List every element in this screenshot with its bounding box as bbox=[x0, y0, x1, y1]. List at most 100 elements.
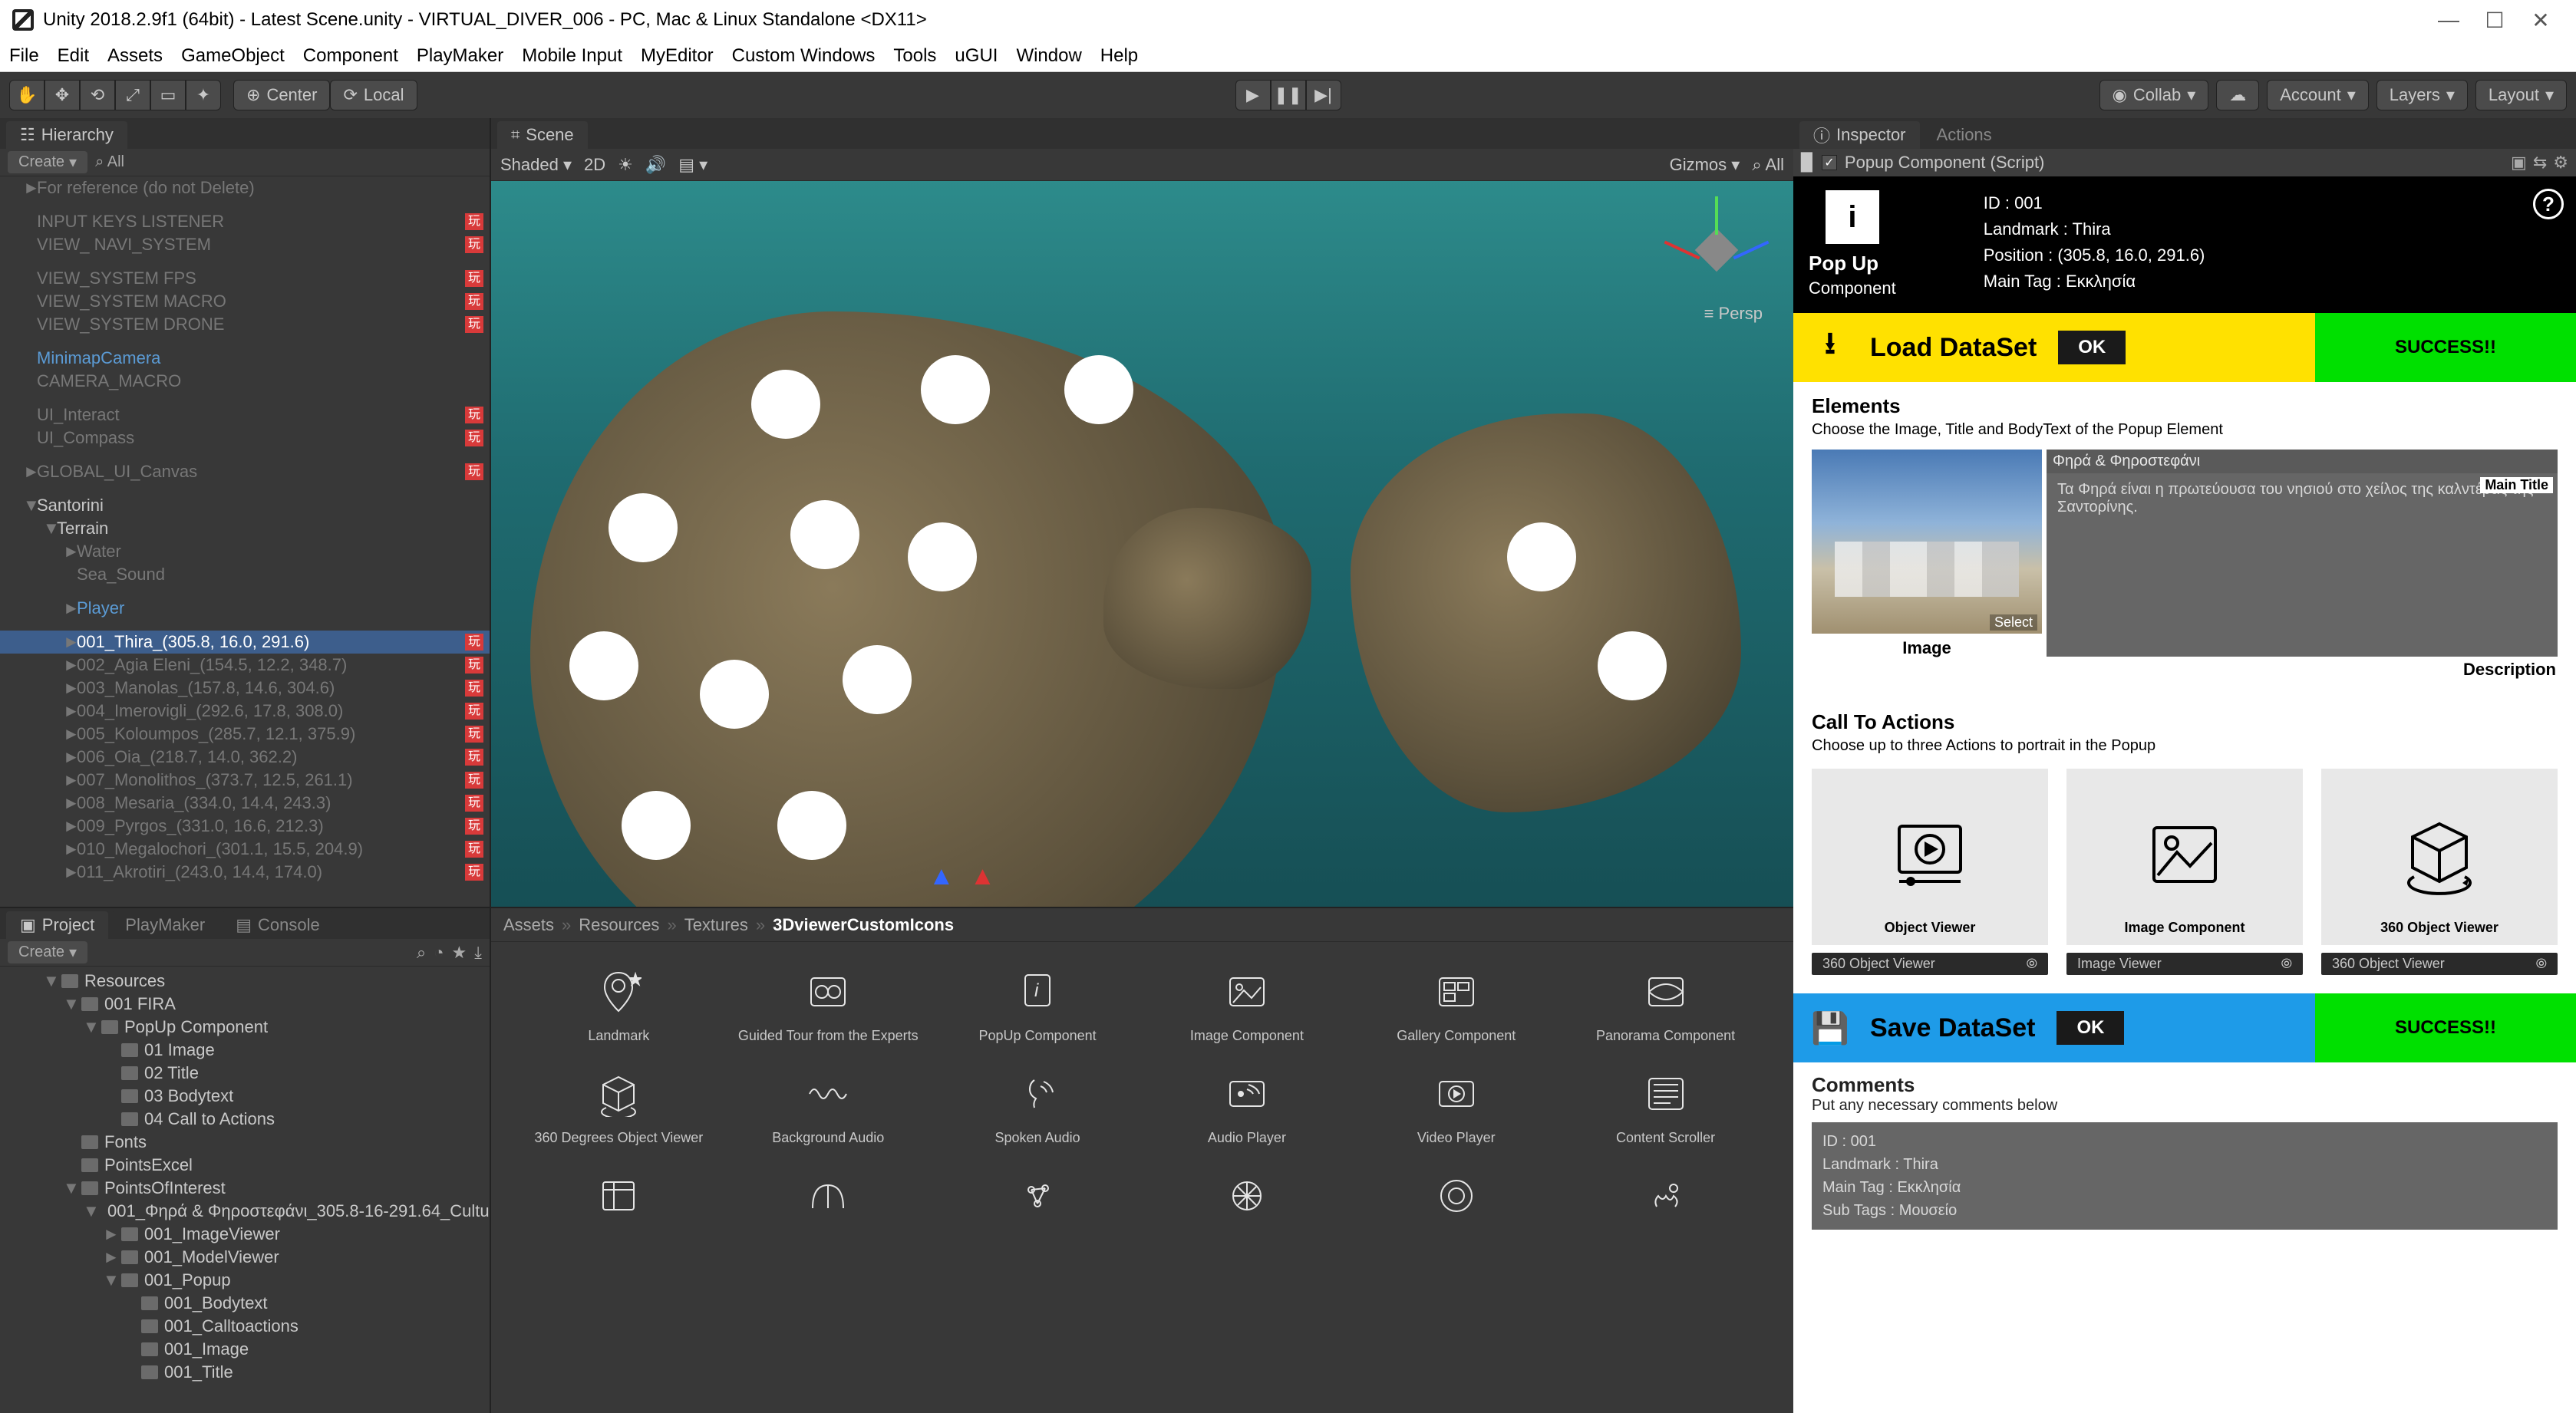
project-item[interactable]: ▼001_Popup bbox=[0, 1269, 490, 1292]
menu-playmaker[interactable]: PlayMaker bbox=[417, 45, 503, 67]
hierarchy-item[interactable]: UI_Interact玩 bbox=[0, 403, 490, 427]
cta-picker-dropdown[interactable]: 360 Object Viewer⦾ bbox=[1812, 953, 2048, 975]
projection-label[interactable]: ≡ Persp bbox=[1704, 304, 1763, 324]
menu-gameobject[interactable]: GameObject bbox=[181, 45, 285, 67]
asset-item[interactable]: Panorama Component bbox=[1568, 965, 1763, 1044]
asset-item[interactable] bbox=[941, 1169, 1135, 1232]
asset-item[interactable]: Video Player bbox=[1359, 1067, 1553, 1146]
hierarchy-item[interactable]: CAMERA_MACRO bbox=[0, 370, 490, 393]
hierarchy-item[interactable]: VIEW_ NAVI_SYSTEM玩 bbox=[0, 233, 490, 256]
image-select-label[interactable]: Select bbox=[1990, 614, 2037, 631]
asset-item[interactable]: Spoken Audio bbox=[941, 1067, 1135, 1146]
menu-tools[interactable]: Tools bbox=[893, 45, 936, 67]
asset-item[interactable] bbox=[1359, 1169, 1553, 1232]
menu-ugui[interactable]: uGUI bbox=[955, 45, 998, 67]
project-create-dropdown[interactable]: Create ▾ bbox=[8, 941, 87, 963]
hierarchy-item[interactable]: ►004_Imerovigli_(292.6, 17.8, 308.0)玩 bbox=[0, 700, 490, 723]
asset-item[interactable]: Gallery Component bbox=[1359, 965, 1553, 1044]
project-item[interactable]: 001_Bodytext bbox=[0, 1292, 490, 1315]
rotate-tool[interactable]: ⟲ bbox=[80, 80, 115, 110]
project-item[interactable]: ▼PointsOfInterest bbox=[0, 1177, 490, 1200]
project-item[interactable]: ►001_ModelViewer bbox=[0, 1246, 490, 1269]
hierarchy-tree[interactable]: ►For reference (do not Delete) INPUT KEYS… bbox=[0, 176, 490, 907]
playmaker-tab[interactable]: PlayMaker bbox=[111, 911, 219, 939]
menu-window[interactable]: Window bbox=[1016, 45, 1081, 67]
hierarchy-item[interactable]: VIEW_SYSTEM DRONE玩 bbox=[0, 313, 490, 336]
menu-component[interactable]: Component bbox=[303, 45, 398, 67]
filter-icon[interactable]: ◔ bbox=[434, 943, 444, 963]
cta-card[interactable]: 360 Object Viewer bbox=[2321, 769, 2558, 945]
multi-tool[interactable]: ✦ bbox=[186, 80, 221, 110]
orientation-gizmo[interactable] bbox=[1671, 204, 1763, 296]
scene-viewport[interactable]: ≡ Persp ▲▲ bbox=[491, 181, 1793, 907]
layers-dropdown[interactable]: Layers ▾ bbox=[2376, 80, 2468, 110]
menu-mobile-input[interactable]: Mobile Input bbox=[522, 45, 622, 67]
hierarchy-item[interactable]: VIEW_SYSTEM MACRO玩 bbox=[0, 290, 490, 313]
lighting-toggle[interactable]: ☀ bbox=[618, 155, 633, 175]
actions-tab[interactable]: Actions bbox=[1923, 121, 2006, 149]
cta-picker-dropdown[interactable]: 360 Object Viewer⦾ bbox=[2321, 953, 2558, 975]
hierarchy-item[interactable]: ►Water bbox=[0, 540, 490, 563]
hierarchy-item[interactable]: ►001_Thira_(305.8, 16.0, 291.6)玩 bbox=[0, 631, 490, 654]
maximize-button[interactable]: ☐ bbox=[2472, 5, 2518, 35]
hierarchy-item[interactable]: UI_Compass玩 bbox=[0, 427, 490, 450]
save-ok-button[interactable]: OK bbox=[2057, 1011, 2124, 1045]
breadcrumb-segment[interactable]: Resources bbox=[579, 915, 659, 935]
rect-tool[interactable]: ▭ bbox=[150, 80, 186, 110]
hierarchy-item[interactable]: ▼Santorini bbox=[0, 494, 490, 517]
pivot-toggle[interactable]: ⊕ Center bbox=[233, 80, 330, 110]
hierarchy-item[interactable]: ►003_Manolas_(157.8, 14.6, 304.6)玩 bbox=[0, 677, 490, 700]
component-foldout-icon[interactable]: ▉ bbox=[1801, 153, 1814, 173]
project-item[interactable]: 001_Image bbox=[0, 1338, 490, 1361]
asset-item[interactable]: Background Audio bbox=[731, 1067, 925, 1146]
assets-grid[interactable]: ★LandmarkGuided Tour from the ExpertsiPo… bbox=[491, 942, 1793, 1413]
scale-tool[interactable]: ⤢ bbox=[115, 80, 150, 110]
menu-assets[interactable]: Assets bbox=[107, 45, 163, 67]
close-button[interactable]: ✕ bbox=[2518, 5, 2564, 35]
scene-search[interactable]: ⌕ All bbox=[1752, 155, 1784, 175]
component-enabled-checkbox[interactable]: ✓ bbox=[1822, 155, 1837, 170]
asset-item[interactable] bbox=[1149, 1169, 1344, 1232]
hierarchy-item[interactable]: ►005_Koloumpos_(285.7, 12.1, 375.9)玩 bbox=[0, 723, 490, 746]
project-item[interactable]: ►001_ImageViewer bbox=[0, 1223, 490, 1246]
project-item[interactable]: 01 Image bbox=[0, 1039, 490, 1062]
inspector-tab[interactable]: ⓘ Inspector bbox=[1799, 121, 1920, 149]
assets-breadcrumb[interactable]: Assets»Resources»Textures»3DviewerCustom… bbox=[491, 908, 1793, 942]
load-ok-button[interactable]: OK bbox=[2058, 331, 2126, 364]
cta-card[interactable]: Image Component bbox=[2066, 769, 2303, 945]
menu-edit[interactable]: Edit bbox=[58, 45, 89, 67]
cta-picker-dropdown[interactable]: Image Viewer⦾ bbox=[2066, 953, 2303, 975]
shading-mode-dropdown[interactable]: Shaded ▾ bbox=[500, 155, 572, 175]
hierarchy-item[interactable]: MinimapCamera bbox=[0, 347, 490, 370]
title-description-fields[interactable]: Φηρά & Φηροστεφάνι Main Title Τα Φηρά εί… bbox=[2047, 450, 2558, 657]
hierarchy-item[interactable]: ►011_Akrotiri_(243.0, 14.4, 174.0)玩 bbox=[0, 861, 490, 884]
hierarchy-item[interactable]: ►007_Monolithos_(373.7, 12.5, 261.1)玩 bbox=[0, 769, 490, 792]
project-item[interactable]: ▼001 FIRA bbox=[0, 993, 490, 1016]
hierarchy-item[interactable]: ►002_Agia Eleni_(154.5, 12.2, 348.7)玩 bbox=[0, 654, 490, 677]
asset-item[interactable]: Image Component bbox=[1149, 965, 1344, 1044]
hierarchy-item[interactable]: ►For reference (do not Delete) bbox=[0, 176, 490, 199]
breadcrumb-segment[interactable]: Assets bbox=[503, 915, 554, 935]
menu-custom-windows[interactable]: Custom Windows bbox=[732, 45, 876, 67]
cta-card[interactable]: Object Viewer bbox=[1812, 769, 2048, 945]
hierarchy-item[interactable]: ▼Terrain bbox=[0, 517, 490, 540]
project-item[interactable]: 02 Title bbox=[0, 1062, 490, 1085]
component-help-button[interactable]: ? bbox=[2533, 189, 2564, 219]
help-icon[interactable]: ▣ bbox=[2511, 153, 2527, 173]
asset-item[interactable]: Audio Player bbox=[1149, 1067, 1344, 1146]
minimize-button[interactable]: — bbox=[2426, 5, 2472, 35]
breadcrumb-segment[interactable]: Textures bbox=[684, 915, 748, 935]
play-button[interactable]: ▶ bbox=[1235, 80, 1271, 110]
asset-item[interactable] bbox=[731, 1169, 925, 1232]
description-input[interactable]: Τα Φηρά είναι η πρωτεύουσα του νησιού στ… bbox=[2057, 481, 2547, 516]
step-button[interactable]: ▶| bbox=[1306, 80, 1341, 110]
hand-tool[interactable]: ✋ bbox=[9, 80, 45, 110]
hierarchy-item[interactable]: INPUT KEYS LISTENER玩 bbox=[0, 210, 490, 233]
preset-icon[interactable]: ⇆ bbox=[2533, 153, 2547, 173]
element-image-picker[interactable]: Select bbox=[1812, 450, 2042, 634]
asset-item[interactable] bbox=[522, 1169, 716, 1232]
hierarchy-item[interactable]: ►009_Pyrgos_(331.0, 16.6, 212.3)玩 bbox=[0, 815, 490, 838]
hierarchy-create-dropdown[interactable]: Create ▾ bbox=[8, 151, 87, 173]
project-item[interactable]: ▼PopUp Component bbox=[0, 1016, 490, 1039]
hierarchy-search[interactable]: ⌕ All bbox=[95, 153, 482, 171]
